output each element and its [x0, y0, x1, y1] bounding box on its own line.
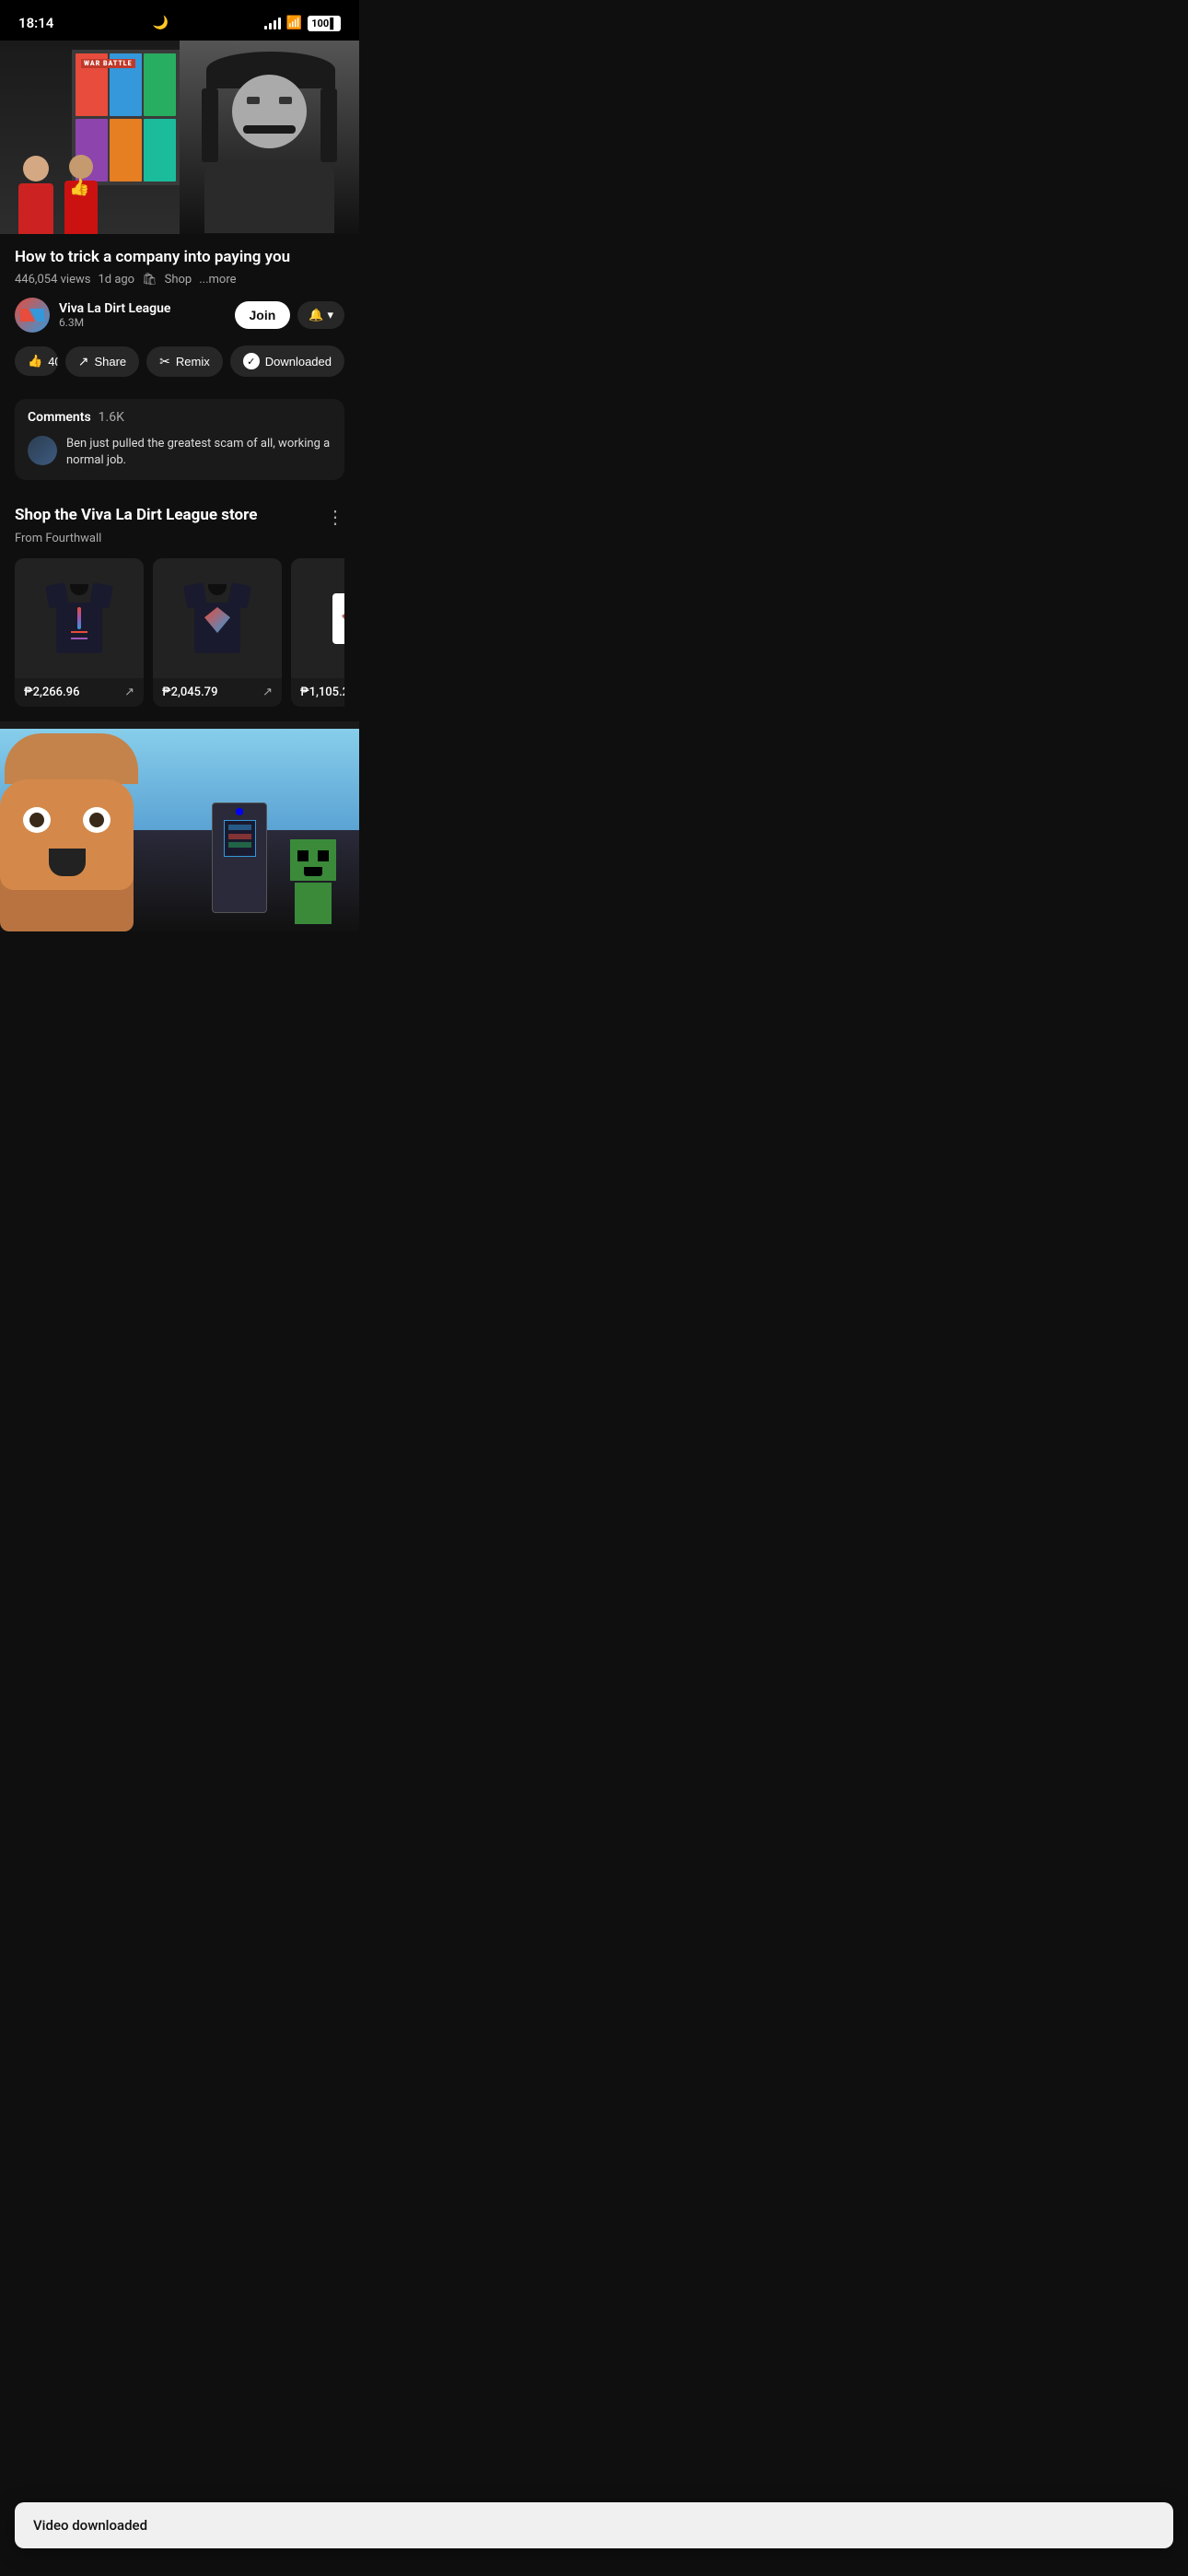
battery-icon: 100 ▌ — [308, 16, 341, 31]
channel-info: Viva La Dirt League 6.3M — [15, 298, 170, 333]
video-meta: 446,054 views 1d ago 🛍 Shop ...more — [15, 273, 344, 287]
bell-icon: 🔔 — [309, 308, 323, 322]
comments-header: Comments 1.6K — [28, 410, 332, 425]
shop-item[interactable]: ₱2,266.96 ↗ — [15, 558, 144, 707]
status-icons: 📶 100 ▌ — [264, 16, 341, 31]
channel-name-block: Viva La Dirt League 6.3M — [59, 301, 170, 329]
video-title: How to trick a company into paying you — [15, 247, 344, 267]
like-dislike-group: 👍 40K 👎 — [15, 346, 58, 376]
comment-avatar — [28, 436, 57, 465]
shop-meta-label: Shop — [165, 273, 192, 287]
time-ago: 1d ago — [98, 273, 134, 287]
shop-item-price: ₱2,266.96 — [24, 685, 79, 699]
wifi-icon: 📶 — [286, 16, 302, 30]
comment-text: Ben just pulled the greatest scam of all… — [66, 436, 332, 469]
downloaded-button[interactable]: ✓ Downloaded — [230, 345, 344, 377]
bell-chevron: ▾ — [327, 308, 333, 322]
comments-label: Comments — [28, 410, 91, 425]
remix-icon: ✂ — [159, 354, 170, 369]
shop-source: From Fourthwall — [15, 532, 344, 545]
external-link-icon: ↗ — [262, 685, 273, 699]
shop-items: ₱2,266.96 ↗ ₱2,045.79 ↗ — [15, 558, 344, 707]
share-icon: ↗ — [78, 354, 89, 369]
share-button[interactable]: ↗ Share — [65, 346, 139, 377]
shop-item-price: ₱2,045.79 — [162, 685, 217, 699]
next-video-face — [0, 729, 184, 931]
channel-actions: Join 🔔 ▾ — [235, 301, 345, 329]
view-count: 446,054 views — [15, 273, 90, 287]
external-link-icon: ↗ — [124, 685, 134, 699]
signal-icon — [264, 17, 281, 29]
action-row: 👍 40K 👎 ↗ Share ✂ Remix ✓ Downloaded — [15, 345, 344, 379]
pc-tower — [212, 802, 267, 913]
remix-button[interactable]: ✂ Remix — [146, 346, 223, 377]
status-time: 18:14 — [18, 15, 53, 31]
toast-label: Video downloaded — [33, 2517, 147, 2534]
like-button[interactable]: 👍 40K — [15, 346, 58, 376]
more-button[interactable]: ...more — [199, 273, 236, 287]
share-label: Share — [94, 355, 126, 369]
creeper — [285, 839, 341, 922]
thumb-right — [180, 41, 359, 234]
section-divider — [0, 721, 359, 729]
video-info: How to trick a company into paying you 4… — [0, 234, 359, 388]
comment-row: Ben just pulled the greatest scam of all… — [28, 436, 332, 469]
like-icon: 👍 — [28, 354, 42, 369]
channel-avatar[interactable] — [15, 298, 50, 333]
channel-name[interactable]: Viva La Dirt League — [59, 301, 170, 316]
comments-count: 1.6K — [99, 410, 124, 425]
shop-item[interactable]: ₱1,105.28 ↗ — [291, 558, 344, 707]
shop-item[interactable]: ₱2,045.79 ↗ — [153, 558, 282, 707]
shop-meta-icon: 🛍 — [142, 273, 157, 287]
thumbs-up-icon: 👍 — [69, 178, 89, 197]
join-button[interactable]: Join — [235, 301, 291, 329]
downloaded-check-icon: ✓ — [243, 353, 260, 369]
thumb-left: WAR BATTLE — [0, 41, 180, 234]
next-video-thumbnail[interactable] — [0, 729, 359, 931]
downloaded-label: Downloaded — [265, 355, 332, 369]
shop-item-price: ₱1,105.28 — [300, 685, 344, 699]
shop-header: Shop the Viva La Dirt League store ⋮ — [15, 506, 344, 528]
tshirt-2 — [185, 584, 250, 653]
bell-button[interactable]: 🔔 ▾ — [297, 301, 344, 329]
like-count: 40K — [48, 355, 58, 369]
channel-row: Viva La Dirt League 6.3M Join 🔔 ▾ — [15, 298, 344, 333]
shop-more-button[interactable]: ⋮ — [326, 506, 344, 528]
comments-section[interactable]: Comments 1.6K Ben just pulled the greate… — [15, 399, 344, 480]
status-bar: 18:14 🌙 📶 100 ▌ — [0, 0, 359, 41]
mug — [332, 593, 344, 644]
remix-label: Remix — [176, 355, 210, 369]
toast-notification: Video downloaded — [15, 2502, 1173, 2548]
video-thumbnail[interactable]: WAR BATTLE — [0, 41, 359, 234]
shop-title: Shop the Viva La Dirt League store — [15, 506, 257, 524]
tshirt-1 — [47, 584, 111, 653]
moon-icon: 🌙 — [153, 16, 169, 30]
shop-section: Shop the Viva La Dirt League store ⋮ Fro… — [0, 491, 359, 721]
channel-subscribers: 6.3M — [59, 316, 170, 329]
